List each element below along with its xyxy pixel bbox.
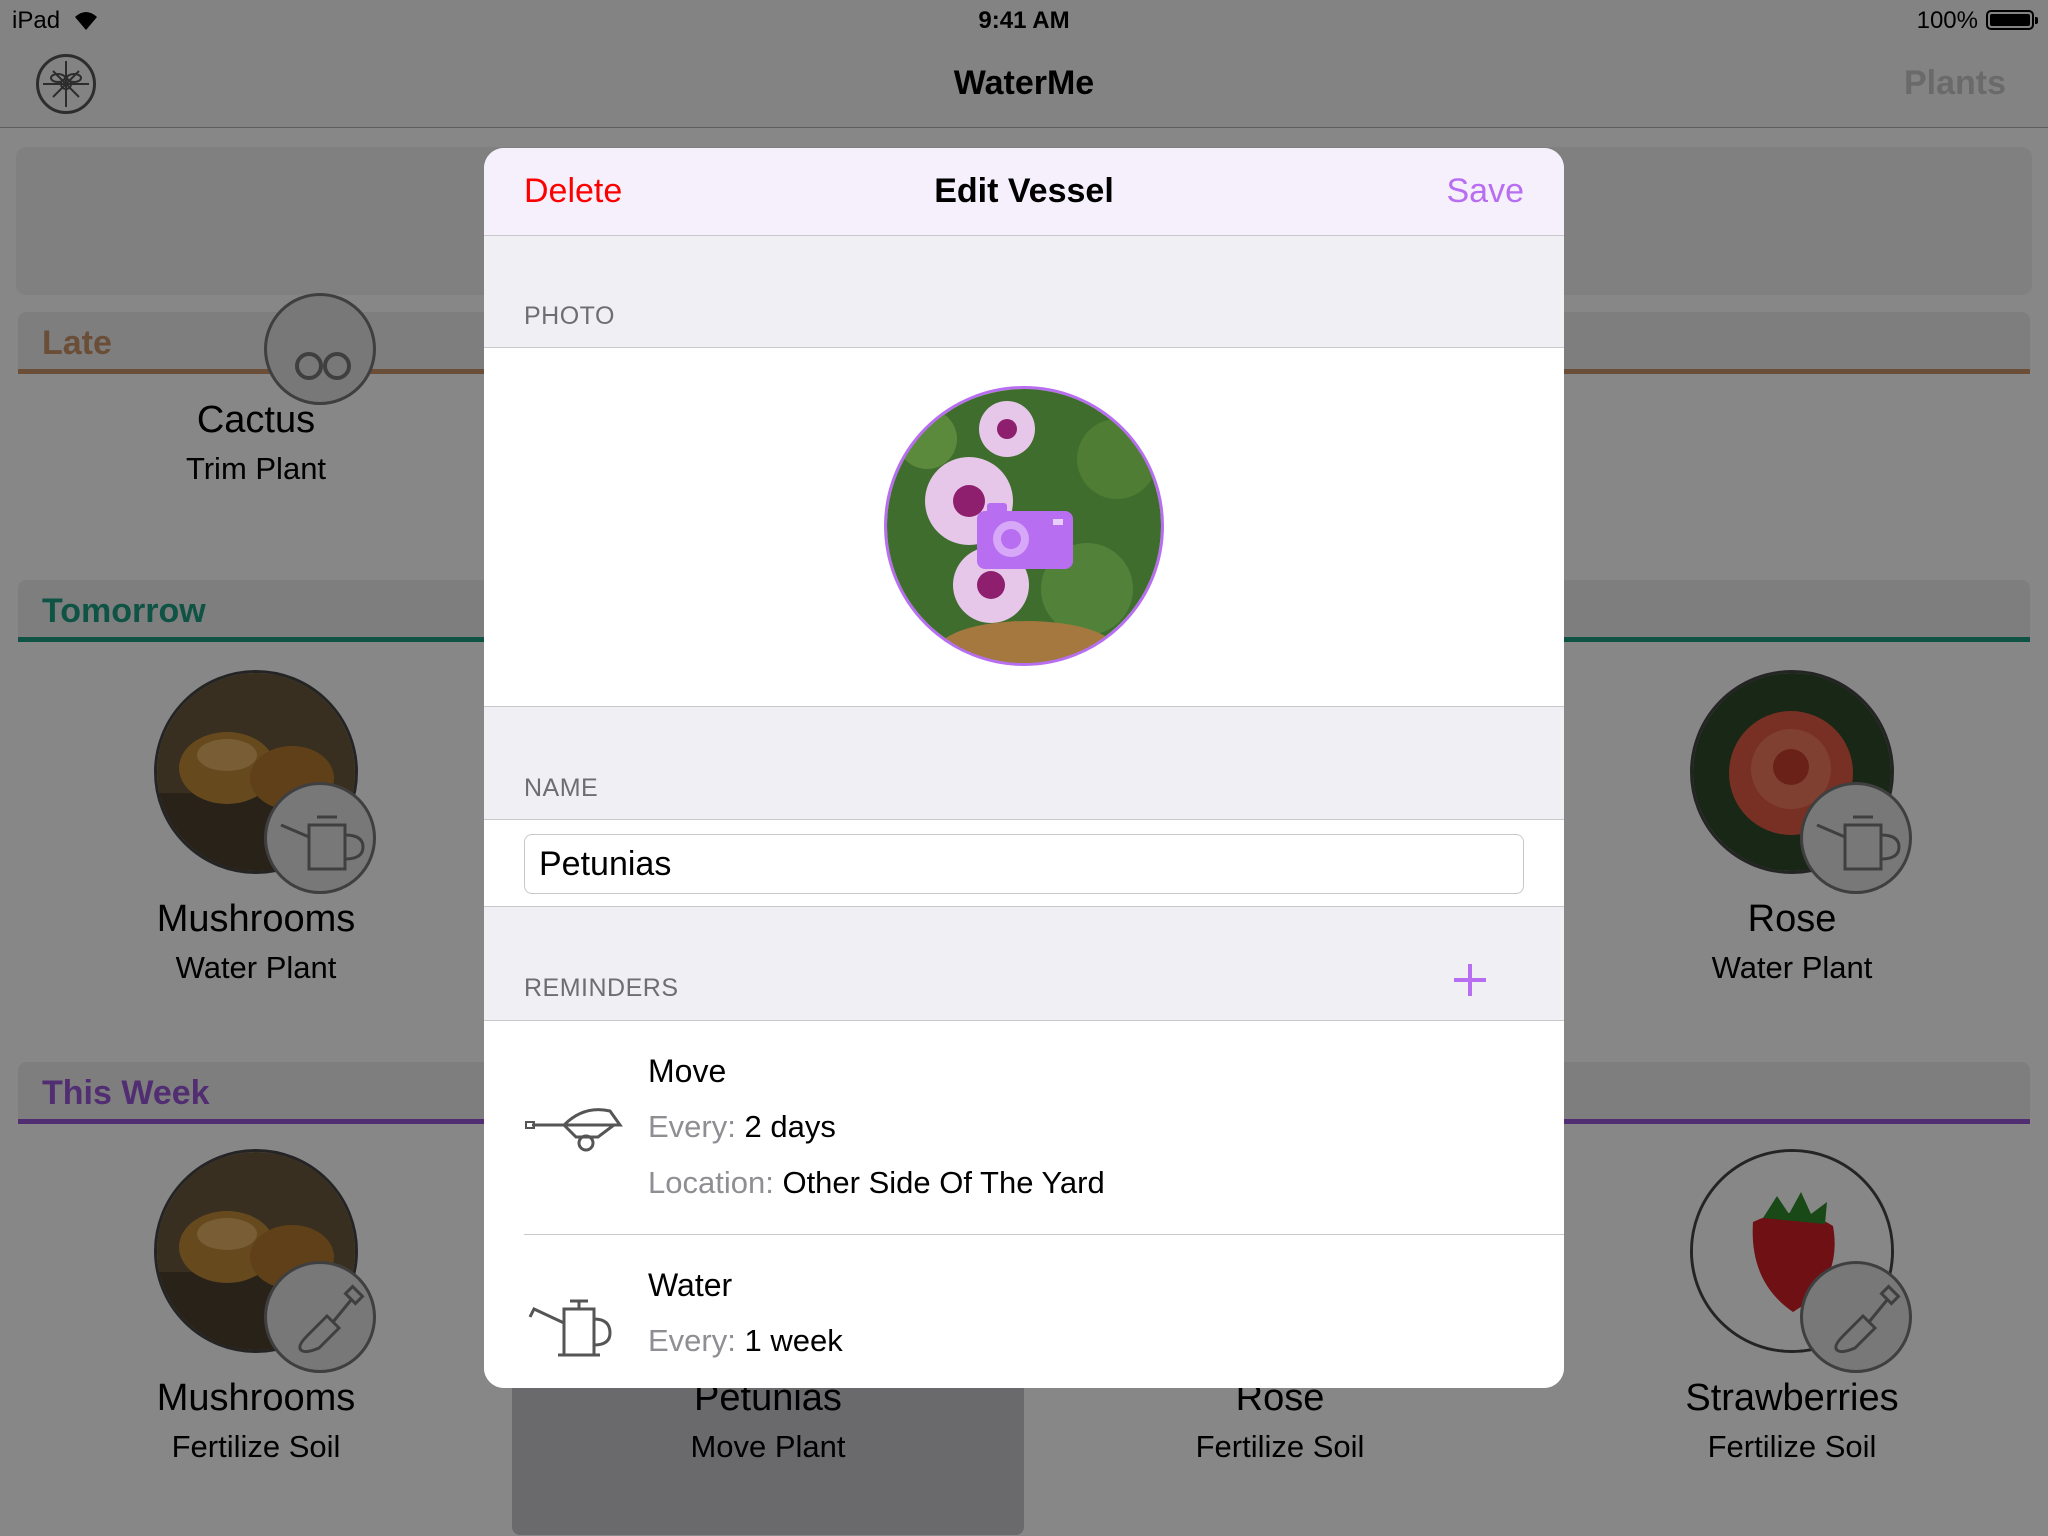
photo-section-header: PHOTO bbox=[524, 302, 615, 330]
modal-nav-bar: Delete Edit Vessel Save bbox=[484, 148, 1564, 236]
reminder-row-water[interactable]: Water Every: 1 week bbox=[484, 1235, 1564, 1388]
reminder-title: Move bbox=[648, 1053, 727, 1089]
vessel-name-input[interactable] bbox=[524, 834, 1524, 894]
wheelbarrow-icon bbox=[525, 1108, 623, 1152]
photo-cell bbox=[484, 347, 1564, 707]
reminders-list: Move Every: 2 days Location: Other Side … bbox=[484, 1020, 1564, 1388]
name-cell bbox=[484, 819, 1564, 907]
modal-title: Edit Vessel bbox=[934, 172, 1114, 210]
vessel-photo-button[interactable] bbox=[884, 386, 1164, 666]
save-button[interactable]: Save bbox=[1447, 172, 1525, 211]
add-reminder-button[interactable] bbox=[1450, 960, 1490, 1000]
edit-vessel-modal: Delete Edit Vessel Save PHOTO NAME Petun… bbox=[484, 148, 1564, 1388]
reminder-location: Location: Other Side Of The Yard bbox=[648, 1165, 1105, 1200]
reminder-interval: Every: 1 week bbox=[648, 1323, 843, 1358]
reminders-section-header: REMINDERS bbox=[524, 974, 679, 1002]
reminder-row-move[interactable]: Move Every: 2 days Location: Other Side … bbox=[484, 1021, 1564, 1233]
camera-icon bbox=[977, 503, 1073, 569]
name-section-header: NAME bbox=[524, 774, 599, 802]
reminder-interval: Every: 2 days bbox=[648, 1109, 836, 1144]
reminder-title: Water bbox=[648, 1267, 733, 1303]
watering-can-icon bbox=[528, 1299, 612, 1357]
